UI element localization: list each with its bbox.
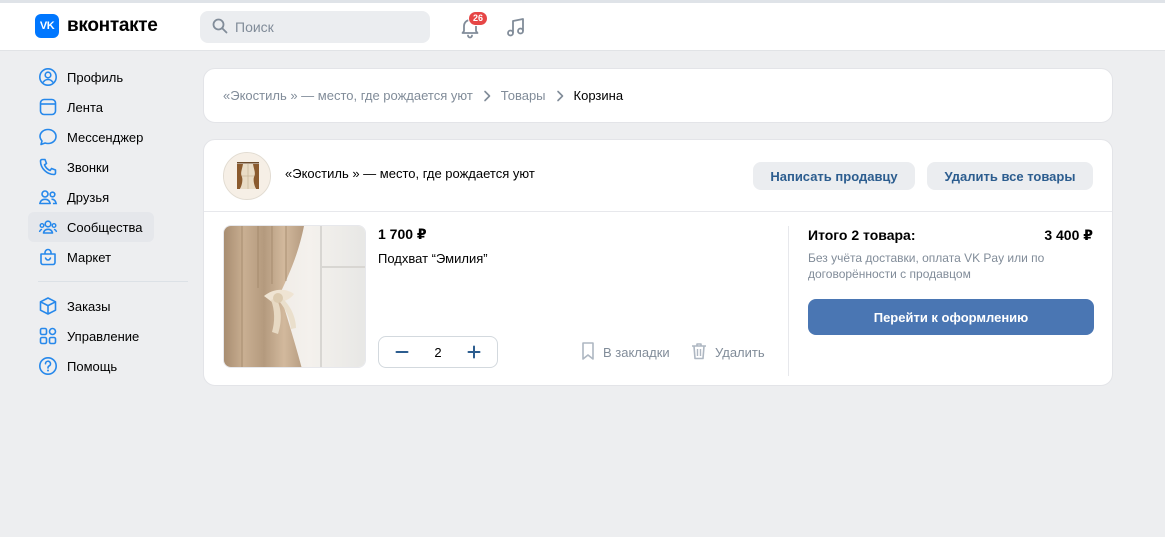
sidebar-item-messenger[interactable]: Мессенджер: [28, 122, 188, 152]
sidebar-item-label: Заказы: [67, 298, 111, 314]
chevron-right-icon: [483, 90, 491, 102]
sidebar-item-label: Помощь: [67, 358, 118, 374]
sidebar-item-feed[interactable]: Лента: [28, 92, 188, 122]
sidebar-item-communities[interactable]: Сообщества: [28, 212, 154, 242]
quantity-stepper: 2: [378, 336, 498, 368]
search-box[interactable]: [200, 11, 430, 43]
sidebar-item-friends[interactable]: Друзья: [28, 182, 188, 212]
top-header: VK вконтакте 26: [0, 3, 1165, 51]
communities-icon: [38, 217, 58, 237]
plus-icon[interactable]: [465, 343, 483, 361]
vk-logo[interactable]: VK вконтакте: [35, 14, 158, 38]
quantity-value: 2: [434, 344, 442, 360]
sidebar-item-profile[interactable]: Профиль: [28, 62, 188, 92]
sidebar-item-orders[interactable]: Заказы: [28, 291, 188, 321]
box-icon: [38, 296, 58, 316]
summary-divider: [788, 226, 789, 376]
search-input[interactable]: [235, 19, 415, 35]
sidebar-item-label: Друзья: [67, 189, 110, 205]
bookmark-button[interactable]: В закладки: [579, 341, 670, 364]
phone-icon: [38, 157, 58, 177]
total-value: 3 400 ₽: [1044, 227, 1093, 243]
checkout-button[interactable]: Перейти к оформлению: [808, 299, 1094, 335]
vk-logo-mark: VK: [35, 14, 59, 38]
left-sidebar: Профиль Лента Мессенджер Звонки Друзья С…: [28, 62, 188, 381]
shop-avatar[interactable]: [223, 152, 271, 200]
sidebar-item-label: Управление: [67, 328, 140, 344]
friends-icon: [38, 187, 58, 207]
breadcrumb-cart: Корзина: [573, 88, 624, 103]
delete-all-button[interactable]: Удалить все товары: [927, 162, 1093, 190]
shop-name[interactable]: «Экостиль » — место, где рождается уют: [285, 166, 535, 181]
product-name[interactable]: Подхват “Эмилия”: [378, 251, 488, 266]
cart-card: «Экостиль » — место, где рождается уют Н…: [203, 139, 1113, 386]
sidebar-item-help[interactable]: Помощь: [28, 351, 188, 381]
market-icon: [38, 247, 58, 267]
chevron-right-icon: [556, 90, 564, 102]
music-icon[interactable]: [504, 15, 528, 39]
sidebar-item-market[interactable]: Маркет: [28, 242, 188, 272]
notification-badge: 26: [468, 11, 489, 26]
logo-text: вконтакте: [67, 15, 158, 36]
sidebar-item-label: Мессенджер: [67, 129, 144, 145]
bookmark-icon: [579, 341, 597, 364]
sidebar-divider: [38, 281, 188, 282]
write-seller-button[interactable]: Написать продавцу: [753, 162, 915, 190]
sidebar-item-label: Маркет: [67, 249, 112, 265]
sidebar-item-label: Звонки: [67, 159, 109, 175]
total-note: Без учёта доставки, оплата VK Pay или по…: [808, 251, 1045, 281]
bookmark-label: В закладки: [603, 345, 670, 360]
delete-label: Удалить: [715, 345, 765, 360]
breadcrumb: «Экостиль » — место, где рождается уют Т…: [203, 68, 1113, 123]
minus-icon[interactable]: [393, 343, 411, 361]
total-label: Итого 2 товара:: [808, 227, 916, 243]
feed-icon: [38, 97, 58, 117]
product-image[interactable]: [223, 225, 366, 368]
profile-icon: [38, 67, 58, 87]
sidebar-item-label: Лента: [67, 99, 103, 115]
product-price: 1 700 ₽: [378, 226, 427, 242]
shop-header: «Экостиль » — место, где рождается уют Н…: [204, 140, 1112, 212]
help-icon: [38, 356, 58, 376]
delete-item-button[interactable]: Удалить: [689, 341, 765, 364]
breadcrumb-products[interactable]: Товары: [501, 88, 546, 103]
search-icon: [212, 18, 228, 37]
sidebar-item-calls[interactable]: Звонки: [28, 152, 188, 182]
messenger-icon: [38, 127, 58, 147]
trash-icon: [689, 341, 709, 364]
grid-icon: [38, 326, 58, 346]
sidebar-item-label: Сообщества: [67, 219, 143, 235]
sidebar-item-management[interactable]: Управление: [28, 321, 188, 351]
breadcrumb-shop[interactable]: «Экостиль » — место, где рождается уют: [223, 88, 473, 103]
sidebar-item-label: Профиль: [67, 69, 124, 85]
